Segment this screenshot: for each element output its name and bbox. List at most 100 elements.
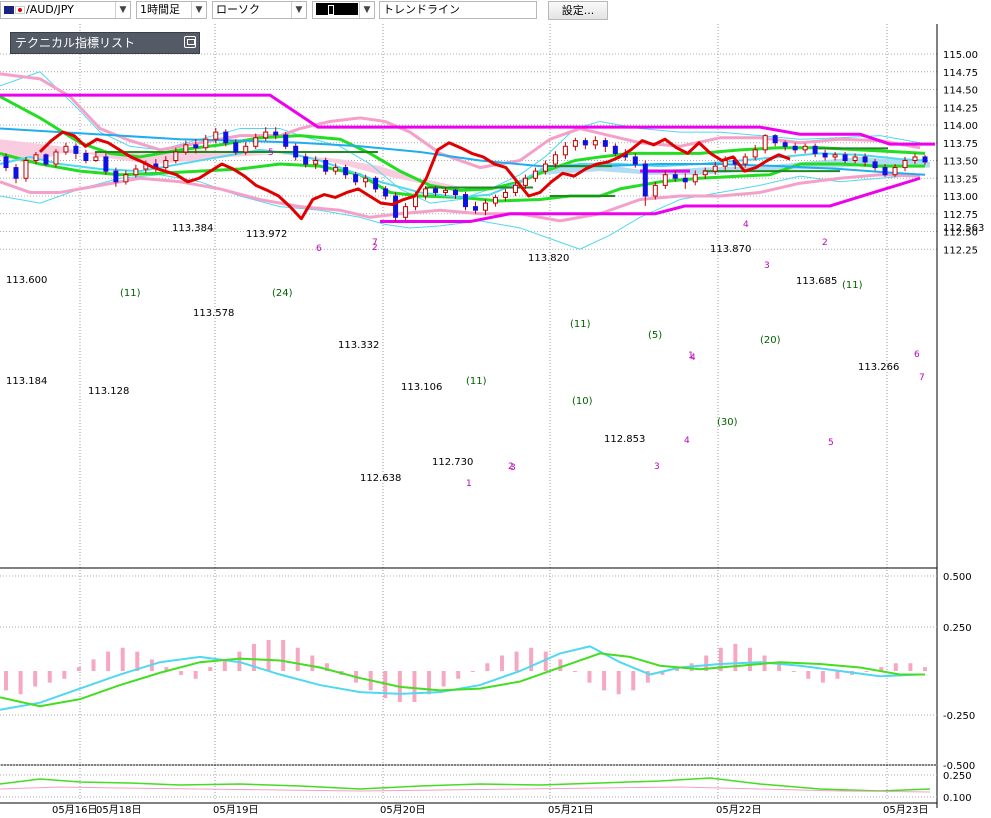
price-tick-label: 114.75 xyxy=(943,68,978,79)
macd-histogram-bar xyxy=(76,667,81,671)
trendline-number: 3 xyxy=(510,463,516,473)
price-annotation: 112.853 xyxy=(604,434,645,445)
trendline-number: 5 xyxy=(828,438,834,448)
period-label: (30) xyxy=(717,417,738,428)
price-annotation: 113.332 xyxy=(338,340,379,351)
trendline-number: 7 xyxy=(919,373,925,383)
price-tick-label: 112.75 xyxy=(943,210,978,221)
macd-histogram-bar xyxy=(33,671,38,687)
macd-histogram-bar xyxy=(791,671,796,672)
macd-tick-label: 0.250 xyxy=(943,623,972,634)
macd-histogram-bar xyxy=(864,671,869,672)
period-label: (24) xyxy=(272,288,293,299)
candle-body xyxy=(233,142,239,153)
macd-histogram-bar xyxy=(427,671,432,695)
macd-histogram-bar xyxy=(120,647,125,671)
macd-histogram-bar xyxy=(514,651,519,671)
candle-body xyxy=(512,184,518,193)
period-label: (10) xyxy=(572,396,593,407)
candle-body xyxy=(203,138,209,149)
candle-body xyxy=(792,145,798,151)
macd-histogram-bar xyxy=(470,671,475,672)
candle-body xyxy=(383,188,389,197)
candle-body xyxy=(712,165,718,172)
candle-body xyxy=(283,134,289,147)
trendline-number: 3 xyxy=(654,462,660,472)
current-price-label: 112.563 xyxy=(943,223,984,234)
candle-body xyxy=(652,184,658,197)
candle-body xyxy=(63,145,69,153)
candle-body xyxy=(33,154,39,162)
restore-icon[interactable] xyxy=(184,36,196,48)
trendline-number: 2 xyxy=(372,243,378,253)
price-annotation: 113.128 xyxy=(88,386,129,397)
macd-histogram-bar xyxy=(412,671,417,702)
indicator-list-panel[interactable]: テクニカル指標リスト xyxy=(10,32,200,54)
macd-histogram-bar xyxy=(208,667,213,671)
trendline-number: 2 xyxy=(822,238,828,248)
price-tick-label: 115.00 xyxy=(943,50,978,61)
macd-histogram-bar xyxy=(456,671,461,679)
date-tick-label: 05月21日 xyxy=(548,804,593,816)
period-label: (11) xyxy=(120,288,141,299)
candle-body xyxy=(662,174,668,186)
candle-body xyxy=(183,144,189,153)
candle-body xyxy=(83,152,89,161)
candle-body xyxy=(73,145,79,154)
macd-histogram-bar xyxy=(572,671,577,672)
candle-body xyxy=(23,160,29,179)
candle-body xyxy=(482,202,488,211)
macd-histogram-bar xyxy=(602,671,607,691)
macd-histogram-bar xyxy=(747,647,752,671)
macd-histogram-bar xyxy=(616,671,621,695)
macd-histogram-bar xyxy=(558,659,563,671)
macd-histogram-bar xyxy=(587,671,592,683)
lower-tick-label: 0.250 xyxy=(943,771,972,782)
macd-histogram-bar xyxy=(923,667,927,671)
candle-body xyxy=(542,163,548,172)
candle-body xyxy=(872,161,878,169)
candle-body xyxy=(912,156,918,161)
candle-body xyxy=(472,206,478,211)
macd-histogram-bar xyxy=(295,647,300,671)
candle-body xyxy=(682,177,688,183)
period-label: (11) xyxy=(842,280,863,291)
candle-body xyxy=(453,189,459,196)
candle-body xyxy=(213,131,219,140)
candle-body xyxy=(173,151,179,161)
candle-body xyxy=(812,145,818,154)
candle-body xyxy=(53,151,59,165)
macd-histogram-bar xyxy=(281,640,286,671)
candle-body xyxy=(463,194,468,208)
macd-histogram-bar xyxy=(193,671,198,679)
trendline-number: 5 xyxy=(268,148,274,158)
macd-histogram-bar xyxy=(631,671,636,691)
trendline-number: 6 xyxy=(316,244,322,254)
price-tick-label: 114.00 xyxy=(943,121,978,132)
price-annotation: 113.820 xyxy=(528,253,569,264)
candle-body xyxy=(293,145,299,158)
candle-body xyxy=(443,189,449,193)
candle-body xyxy=(772,135,778,144)
trendline-number: 3 xyxy=(764,261,770,271)
candle-body xyxy=(492,196,498,204)
candle-body xyxy=(572,140,578,147)
macd-histogram-bar xyxy=(485,663,490,671)
indicator-list-title: テクニカル指標リスト xyxy=(15,36,136,50)
price-annotation: 113.266 xyxy=(858,362,899,373)
period-label: (20) xyxy=(760,335,781,346)
candle-body xyxy=(323,160,329,172)
candle-body xyxy=(263,131,269,139)
macd-histogram-bar xyxy=(91,659,96,671)
price-annotation: 113.384 xyxy=(172,223,213,234)
price-chart[interactable]: 115.00 114.75 114.50 114.25 114.00 113.75 113.… xyxy=(0,0,991,818)
date-tick-label: 05月19日 xyxy=(213,804,258,816)
candle-body xyxy=(532,170,538,179)
macd-histogram-bar xyxy=(835,671,840,679)
candle-body xyxy=(672,174,678,179)
candle-body xyxy=(433,188,439,193)
macd-histogram-bar xyxy=(179,671,184,675)
candle-body xyxy=(642,163,648,197)
macd-histogram-bar xyxy=(62,671,67,679)
date-tick-label: 05月23日 xyxy=(883,804,928,816)
